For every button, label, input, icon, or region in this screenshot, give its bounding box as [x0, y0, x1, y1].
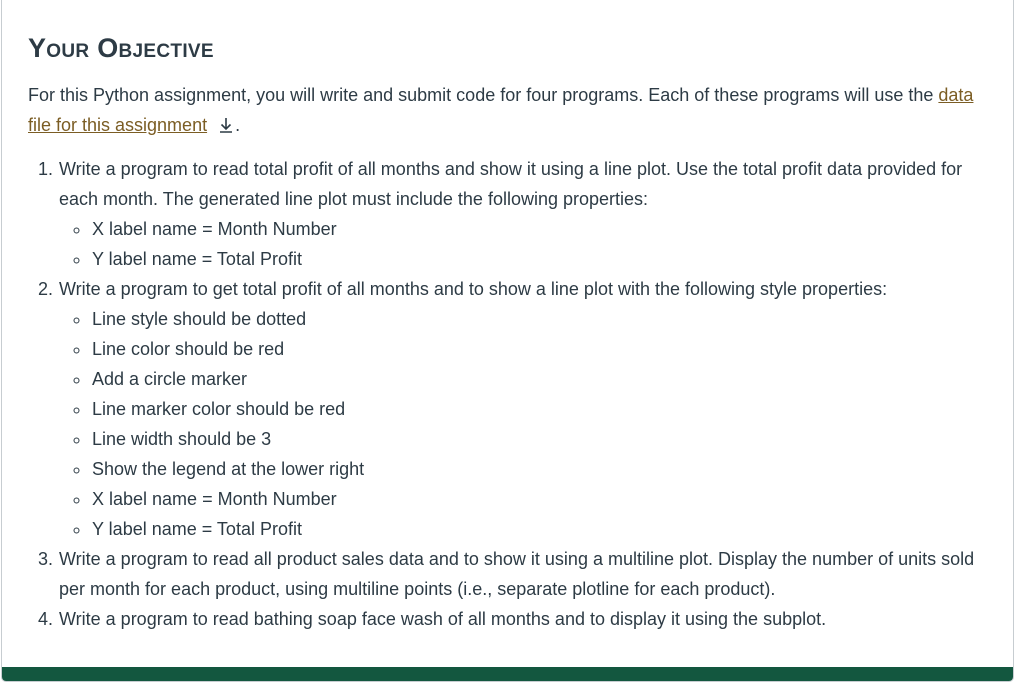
task-text: Write a program to get total profit of a… — [59, 279, 888, 299]
task-list: Write a program to read total profit of … — [28, 154, 993, 634]
task-item: Write a program to read bathing soap fac… — [58, 604, 993, 634]
property-list: Line style should be dottedLine color sh… — [59, 304, 993, 544]
task-text: Write a program to read all product sale… — [59, 549, 975, 599]
property-item: Line color should be red — [91, 334, 993, 364]
property-item: Line width should be 3 — [91, 424, 993, 454]
download-icon[interactable] — [217, 116, 235, 134]
property-item: Show the legend at the lower right — [91, 454, 993, 484]
property-item: Y label name = Total Profit — [91, 514, 993, 544]
section-heading: Your Objective — [28, 33, 214, 63]
objective-card: Your Objective For this Python assignmen… — [1, 0, 1014, 682]
property-item: X label name = Month Number — [91, 214, 993, 244]
property-item: Line marker color should be red — [91, 394, 993, 424]
property-item: Add a circle marker — [91, 364, 993, 394]
task-text: Write a program to read bathing soap fac… — [59, 609, 827, 629]
property-list: X label name = Month NumberY label name … — [59, 214, 993, 274]
task-text: Write a program to read total profit of … — [59, 159, 963, 209]
property-item: X label name = Month Number — [91, 484, 993, 514]
task-item: Write a program to read all product sale… — [58, 544, 993, 604]
intro-paragraph: For this Python assignment, you will wri… — [28, 85, 974, 135]
task-item: Write a program to get total profit of a… — [58, 274, 993, 544]
task-item: Write a program to read total profit of … — [58, 154, 993, 274]
property-item: Line style should be dotted — [91, 304, 993, 334]
property-item: Y label name = Total Profit — [91, 244, 993, 274]
footer-bar — [2, 667, 1013, 681]
